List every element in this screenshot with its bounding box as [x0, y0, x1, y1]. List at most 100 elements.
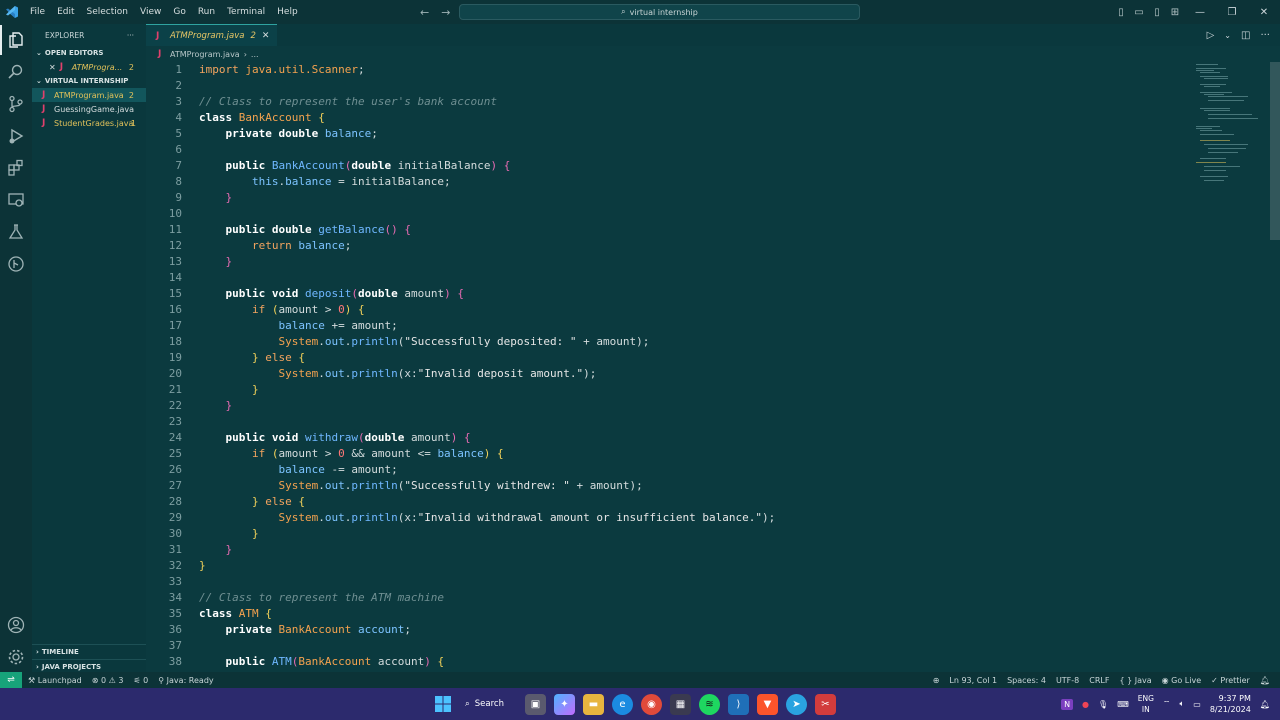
close-editor-icon[interactable]: ✕	[49, 63, 56, 72]
volume-icon[interactable]: 🔈︎	[1179, 699, 1184, 709]
code-line: 6	[146, 142, 1186, 158]
windows-taskbar: ⌕ Search ▣ ✦ ▬ e ◉ ▦ ≋ ⟩ ▼ ➤ ✂ N ● 🎙︎ ⌨ …	[0, 688, 1280, 720]
run-icon[interactable]: ▷	[1207, 30, 1215, 41]
app-tray-icon[interactable]: ●	[1082, 700, 1089, 709]
minimap[interactable]	[1194, 62, 1270, 192]
close-icon[interactable]: ✕	[1248, 7, 1280, 18]
menu-go[interactable]: Go	[167, 0, 191, 24]
extensions-icon[interactable]	[0, 153, 32, 183]
language-indicator[interactable]: ENG IN	[1138, 693, 1154, 715]
code-line: 34// Class to represent the ATM machine	[146, 590, 1186, 606]
windows-start-icon[interactable]	[432, 694, 453, 715]
more-actions-icon[interactable]: ···	[1260, 30, 1270, 41]
cursor-position[interactable]: Ln 93, Col 1	[949, 676, 997, 685]
keyboard-icon[interactable]: ⌨	[1117, 700, 1129, 709]
spotify-icon[interactable]: ≋	[699, 693, 720, 715]
encoding[interactable]: UTF-8	[1056, 676, 1079, 685]
code-line: 32}	[146, 558, 1186, 574]
ports-item[interactable]: ⚟ 0	[133, 676, 148, 685]
onenote-tray-icon[interactable]: N	[1061, 698, 1074, 710]
notifications-bell-icon[interactable]: 🔔︎	[1260, 676, 1270, 685]
vscode-taskbar-icon[interactable]: ⟩	[728, 693, 749, 715]
customize-layout-icon[interactable]: ⊞	[1166, 7, 1184, 18]
toggle-secondary-sidebar-icon[interactable]: ▯	[1148, 7, 1166, 18]
zoom-icon[interactable]: ⊕	[933, 676, 940, 685]
indentation[interactable]: Spaces: 4	[1007, 676, 1046, 685]
battery-icon[interactable]: ▭	[1193, 700, 1201, 709]
menu-view[interactable]: View	[134, 0, 167, 24]
java-status-item[interactable]: ⚲ Java: Ready	[158, 676, 213, 685]
snipping-tool-icon[interactable]: ✂	[815, 693, 836, 715]
minimize-icon[interactable]: —	[1184, 7, 1216, 18]
testing-icon[interactable]	[0, 217, 32, 247]
menu-file[interactable]: File	[24, 0, 51, 24]
menu-run[interactable]: Run	[192, 0, 221, 24]
more-actions-icon[interactable]: ···	[127, 31, 134, 40]
forward-arrow-icon[interactable]: →	[441, 6, 450, 19]
file-item-guessinggame[interactable]: J GuessingGame.java	[32, 102, 146, 116]
toggle-primary-sidebar-icon[interactable]: ▯	[1112, 7, 1130, 18]
breadcrumb-symbol[interactable]: ...	[251, 50, 259, 59]
account-icon[interactable]	[0, 610, 32, 640]
java-projects-label: JAVA PROJECTS	[41, 662, 102, 671]
remote-indicator-icon[interactable]: ⇌	[0, 672, 22, 688]
line-number: 6	[175, 143, 182, 156]
clock[interactable]: 9:37 PM 8/21/2024	[1210, 693, 1251, 715]
microsoft-store-icon[interactable]: ▦	[670, 693, 691, 715]
line-number: 5	[175, 127, 182, 140]
wifi-icon[interactable]: ⌔	[1163, 699, 1171, 709]
microphone-icon[interactable]: 🎙︎	[1098, 700, 1108, 709]
source-control-icon[interactable]	[0, 89, 32, 119]
file-item-atmprogram[interactable]: J ATMProgram.java 2	[32, 88, 146, 102]
copilot-icon[interactable]: ✦	[554, 693, 575, 715]
code-line: 17 balance += amount;	[146, 318, 1186, 334]
code-line: 13 }	[146, 254, 1186, 270]
line-ending[interactable]: CRLF	[1089, 676, 1109, 685]
explorer-icon[interactable]	[0, 25, 32, 55]
search-view-icon[interactable]	[0, 57, 32, 87]
clock-time: 9:37 PM	[1218, 694, 1251, 703]
remote-explorer-icon[interactable]	[0, 185, 32, 215]
problems-item[interactable]: ⊗ 0 ⚠ 3	[92, 676, 124, 685]
task-view-icon[interactable]: ▣	[525, 693, 546, 715]
taskbar-search[interactable]: ⌕ Search	[461, 693, 517, 715]
code-editor[interactable]: 1 import java.util.Scanner; 2 3// Class t…	[146, 62, 1280, 672]
vertical-scrollbar[interactable]	[1270, 62, 1280, 240]
go-live-button[interactable]: ◉ Go Live	[1162, 676, 1202, 685]
command-center-search[interactable]: ⌕ virtual internship	[459, 4, 860, 20]
code-line: 23	[146, 414, 1186, 430]
open-editor-item[interactable]: ✕ J ATMProgra... 2	[32, 60, 146, 74]
timeline-section[interactable]: › TIMELINE	[32, 644, 146, 658]
launchpad-item[interactable]: ⚒ Launchpad	[28, 676, 82, 685]
menu-help[interactable]: Help	[271, 0, 304, 24]
notification-bell-icon[interactable]: 🔔︎	[1260, 700, 1270, 709]
code-line: 35 class ATM {	[146, 606, 1186, 622]
run-debug-icon[interactable]	[0, 121, 32, 151]
brave-browser-icon[interactable]: ▼	[757, 693, 778, 715]
open-editors-section[interactable]: ⌄ OPEN EDITORS	[32, 46, 146, 60]
menu-selection[interactable]: Selection	[81, 0, 134, 24]
menu-terminal[interactable]: Terminal	[221, 0, 271, 24]
close-tab-icon[interactable]: ✕	[262, 31, 270, 41]
chrome-browser-icon[interactable]: ◉	[641, 693, 662, 715]
java-projects-section[interactable]: › JAVA PROJECTS	[32, 659, 146, 673]
edge-browser-icon[interactable]: e	[612, 693, 633, 715]
toggle-panel-icon[interactable]: ▭	[1130, 7, 1148, 18]
settings-gear-icon[interactable]	[0, 642, 32, 672]
split-editor-icon[interactable]: ◫	[1241, 30, 1250, 41]
language-mode[interactable]: { } Java	[1119, 676, 1151, 685]
file-item-studentgrades[interactable]: J StudentGrades.java 1	[32, 116, 146, 130]
telegram-icon[interactable]: ➤	[786, 693, 807, 715]
taskbar-search-label: Search	[474, 699, 504, 709]
chevron-down-icon[interactable]: ⌄	[1224, 31, 1231, 40]
line-number: 30	[168, 527, 182, 540]
prettier-item[interactable]: ✓ Prettier	[1211, 676, 1250, 685]
menu-edit[interactable]: Edit	[51, 0, 80, 24]
project-section[interactable]: ⌄ VIRTUAL INTERNSHIP	[32, 74, 146, 88]
back-arrow-icon[interactable]: ←	[420, 6, 429, 19]
file-explorer-icon[interactable]: ▬	[583, 693, 604, 715]
tab-atmprogram[interactable]: J ATMProgram.java 2 ✕	[146, 24, 278, 46]
breadcrumb-file[interactable]: ATMProgram.java	[170, 50, 240, 59]
restore-icon[interactable]: ❐	[1216, 7, 1248, 18]
git-graph-icon[interactable]	[0, 249, 32, 279]
